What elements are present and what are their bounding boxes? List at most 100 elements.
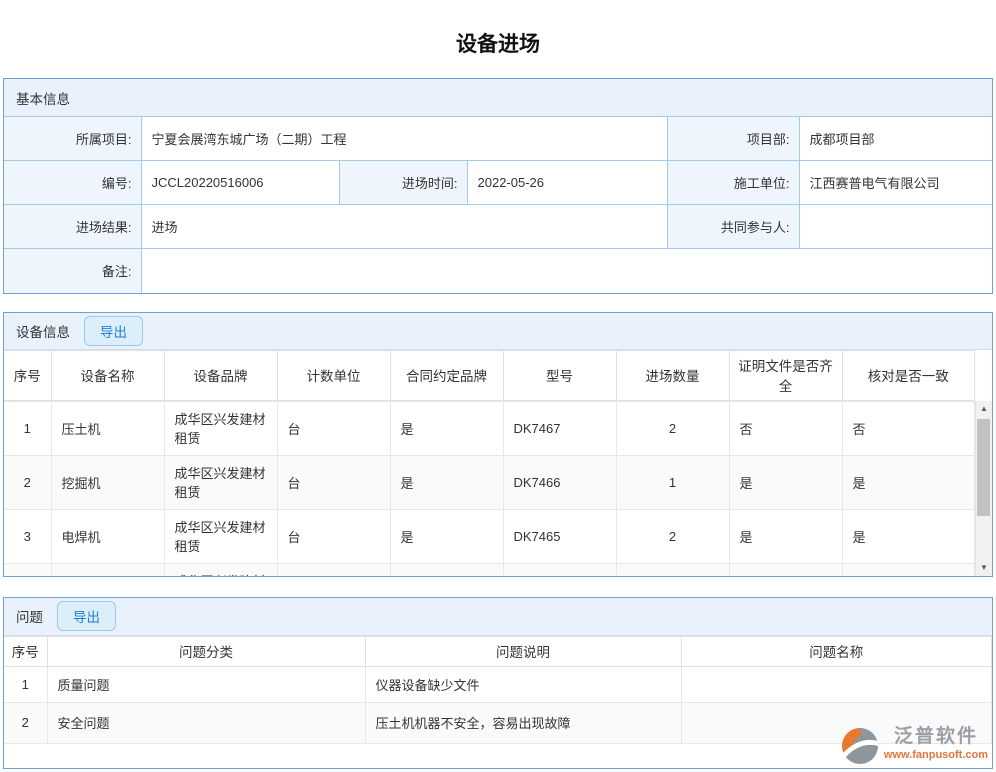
entry-result-label: 进场结果: [4, 205, 141, 249]
entry-time-label: 进场时间: [339, 161, 467, 205]
cell-problem-category: 安全问题 [47, 702, 365, 743]
cell-count-unit: 台 [277, 509, 390, 563]
col-model: 型号 [503, 350, 616, 400]
device-info-panel: 设备信息 导出 序号 设备名称 设备品牌 计数单位 合同约定品牌 型号 进场数量… [3, 312, 993, 577]
scrollbar-thumb[interactable] [977, 419, 990, 516]
col-problem-seq: 序号 [4, 636, 47, 666]
cell-count-unit: 台 [277, 401, 390, 455]
basic-info-section-title: 基本信息 [16, 88, 70, 108]
cell-problem-name [681, 666, 992, 702]
participants-value [799, 205, 992, 249]
device-row-4-clipped: 成华区兴发建材租赁 [4, 563, 975, 576]
watermark-brand: 泛普软件 [894, 726, 978, 748]
cell-contract-brand: 是 [390, 401, 503, 455]
scroll-down-button[interactable]: ▼ [976, 560, 992, 576]
col-count-unit: 计数单位 [277, 350, 390, 400]
cell-device-name: 压土机 [51, 401, 164, 455]
construction-unit-value: 江西赛普电气有限公司 [799, 161, 992, 205]
problem-export-button[interactable]: 导出 [57, 601, 116, 631]
col-device-brand: 设备品牌 [164, 350, 277, 400]
cell-docs-complete: 否 [729, 401, 842, 455]
cell-model: DK7466 [503, 455, 616, 509]
device-section-title: 设备信息 [16, 321, 70, 341]
cell-device-name: 电焊机 [51, 509, 164, 563]
device-row-2: 2 挖掘机 成华区兴发建材租赁 台 是 DK7466 1 是 是 [4, 455, 975, 509]
participants-label: 共同参与人: [667, 205, 799, 249]
cell-seq [4, 563, 51, 576]
cell-check-consistent [842, 563, 975, 576]
cell-docs-complete: 是 [729, 509, 842, 563]
cell-model: DK7467 [503, 401, 616, 455]
cell-docs-complete [729, 563, 842, 576]
basic-info-section-bar: 基本信息 [4, 79, 992, 116]
cell-entry-qty: 2 [616, 509, 729, 563]
basic-info-row-project: 所属项目: 宁夏会展湾东城广场（二期）工程 项目部: 成都项目部 [4, 117, 992, 161]
entry-result-value: 进场 [141, 205, 667, 249]
cell-seq: 3 [4, 509, 51, 563]
cell-entry-qty: 2 [616, 401, 729, 455]
col-device-name: 设备名称 [51, 350, 164, 400]
basic-info-row-result: 进场结果: 进场 共同参与人: [4, 205, 992, 249]
cell-seq: 2 [4, 455, 51, 509]
col-problem-description: 问题说明 [365, 636, 681, 666]
code-value: JCCL20220516006 [141, 161, 339, 205]
entry-time-value: 2022-05-26 [467, 161, 667, 205]
cell-check-consistent: 是 [842, 455, 975, 509]
device-section-bar: 设备信息 导出 [4, 313, 992, 350]
cell-model: DK7465 [503, 509, 616, 563]
vendor-watermark: 泛普软件 www.fanpusoft.com [840, 726, 988, 768]
cell-model [503, 563, 616, 576]
fanpu-logo-icon [840, 726, 880, 768]
cell-device-name [51, 563, 164, 576]
col-docs-complete: 证明文件是否齐全 [729, 350, 842, 400]
basic-info-row-code: 编号: JCCL20220516006 进场时间: 2022-05-26 施工单… [4, 161, 992, 205]
cell-problem-description: 仪器设备缺少文件 [365, 666, 681, 702]
cell-count-unit: 台 [277, 455, 390, 509]
project-label: 所属项目: [4, 117, 141, 161]
cell-problem-description: 压土机机器不安全，容易出现故障 [365, 702, 681, 743]
watermark-url: www.fanpusoft.com [884, 748, 988, 762]
remark-label: 备注: [4, 249, 141, 293]
col-entry-qty: 进场数量 [616, 350, 729, 400]
department-value: 成都项目部 [799, 117, 992, 161]
cell-contract-brand: 是 [390, 455, 503, 509]
cell-entry-qty: 1 [616, 455, 729, 509]
basic-info-form: 所属项目: 宁夏会展湾东城广场（二期）工程 项目部: 成都项目部 编号: JCC… [4, 116, 992, 293]
col-check-consistent: 核对是否一致 [842, 350, 975, 400]
basic-info-row-remark: 备注: [4, 249, 992, 293]
scroll-up-button[interactable]: ▲ [976, 401, 992, 417]
remark-value [141, 249, 992, 293]
cell-problem-seq: 1 [4, 666, 47, 702]
device-row-3: 3 电焊机 成华区兴发建材租赁 台 是 DK7465 2 是 是 [4, 509, 975, 563]
device-table-header: 序号 设备名称 设备品牌 计数单位 合同约定品牌 型号 进场数量 证明文件是否齐… [4, 350, 975, 401]
col-problem-category: 问题分类 [47, 636, 365, 666]
cell-device-brand: 成华区兴发建材租赁 [164, 563, 277, 576]
cell-count-unit [277, 563, 390, 576]
code-label: 编号: [4, 161, 141, 205]
device-row-1: 1 压土机 成华区兴发建材租赁 台 是 DK7467 2 否 否 [4, 401, 975, 455]
construction-unit-label: 施工单位: [667, 161, 799, 205]
project-value: 宁夏会展湾东城广场（二期）工程 [141, 117, 667, 161]
problem-row-1: 1 质量问题 仪器设备缺少文件 [4, 666, 992, 702]
cell-entry-qty [616, 563, 729, 576]
col-problem-name: 问题名称 [681, 636, 992, 666]
device-table-body: 1 压土机 成华区兴发建材租赁 台 是 DK7467 2 否 否 2 挖掘机 成… [4, 401, 992, 576]
device-export-button[interactable]: 导出 [84, 316, 143, 346]
page-title: 设备进场 [0, 0, 996, 78]
cell-seq: 1 [4, 401, 51, 455]
cell-problem-category: 质量问题 [47, 666, 365, 702]
cell-contract-brand: 是 [390, 509, 503, 563]
cell-check-consistent: 是 [842, 509, 975, 563]
cell-check-consistent: 否 [842, 401, 975, 455]
department-label: 项目部: [667, 117, 799, 161]
col-contract-brand: 合同约定品牌 [390, 350, 503, 400]
problem-section-title: 问题 [16, 606, 43, 626]
cell-device-brand: 成华区兴发建材租赁 [164, 509, 277, 563]
problem-section-bar: 问题 导出 [4, 598, 992, 636]
cell-contract-brand [390, 563, 503, 576]
cell-problem-seq: 2 [4, 702, 47, 743]
cell-device-brand: 成华区兴发建材租赁 [164, 455, 277, 509]
col-seq: 序号 [4, 350, 51, 400]
basic-info-panel: 基本信息 所属项目: 宁夏会展湾东城广场（二期）工程 项目部: 成都项目部 编号… [3, 78, 993, 294]
vertical-scrollbar[interactable]: ▲ ▼ [975, 401, 992, 576]
